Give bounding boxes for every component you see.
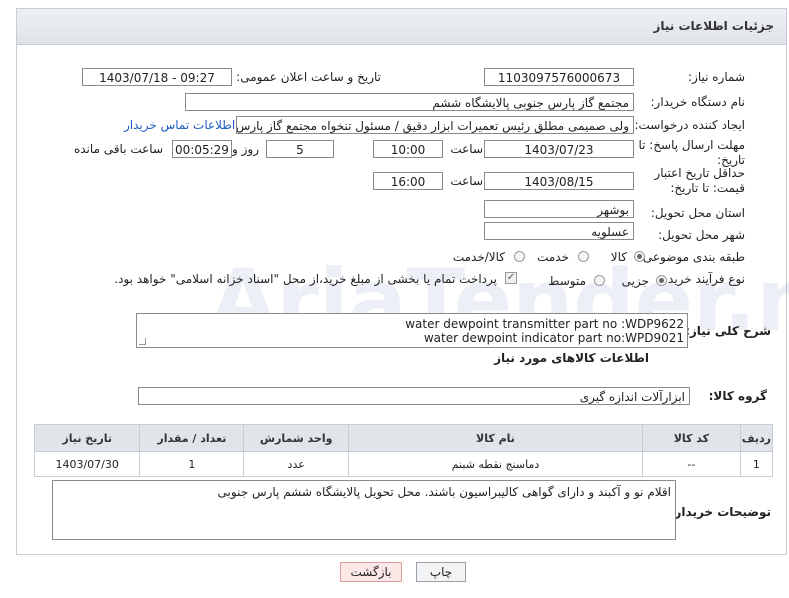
days-label: روز و [232,142,259,156]
category-option-goods: کالا [610,250,627,264]
summary-line-2: water dewpoint indicator part no:WPD9021 [423,331,684,345]
province-label: استان محل تحویل: [650,206,745,220]
summary-line-1: water dewpoint transmitter part no :WDP9… [405,317,684,331]
goods-group-label: گروه کالا: [708,389,767,403]
resize-handle[interactable] [139,338,146,345]
need-number-field: 1103097576000673 [484,68,634,86]
reply-time-label: ساعت [450,142,483,156]
category-label: طبقه بندی موضوعی: [638,250,745,264]
buyer-org-field: مجتمع گاز پارس جنوبی پالایشگاه ششم [185,93,634,111]
header-item-name: نام کالا [347,424,644,452]
need-number-label: شماره نیاز: [688,70,745,84]
buyer-org-label: نام دستگاه خریدار: [650,95,746,109]
header-need-date: تاریخ نیاز [33,424,141,452]
city-label: شهر محل تحویل: [658,228,745,242]
remaining-label: ساعت باقی مانده [73,142,163,156]
process-label: نوع فرآیند خرید : [660,272,745,286]
header-row-number: ردیف [739,424,774,452]
cell-row-number: 1 [739,451,774,477]
cell-quantity: 1 [139,451,245,477]
header-item-code: کد کالا [642,424,741,452]
validity-time-label: ساعت [450,174,483,188]
creator-label: ایجاد کننده درخواست: [634,118,745,132]
creator-field: ولی صمیمی مطلق رئیس تعمیرات ابزار دقیق /… [236,116,634,134]
goods-info-title: اطلاعات کالاهای مورد نیاز [494,351,649,365]
category-radio-service[interactable] [578,251,589,262]
table-header-row: ردیف کد کالا نام کالا واحد شمارش تعداد /… [33,424,774,452]
table-row: 1 -- دماسنج نقطه شبنم عدد 1 1403/07/30 [33,451,774,477]
validity-date-field: 1403/08/15 [484,172,634,190]
process-option-minor: جزیی [621,274,649,288]
back-button[interactable]: بازگشت [340,562,402,582]
panel-header: جزئیات اطلاعات نیاز [17,9,786,45]
contact-info-link[interactable]: اطلاعات تماس خریدار [124,118,235,132]
reply-deadline-label: مهلت ارسال پاسخ: تا تاریخ: [638,138,745,167]
print-button[interactable]: چاپ [416,562,466,582]
category-option-goods-service: کالا/خدمت [452,250,505,264]
payment-note: پرداخت تمام یا بخشی از مبلغ خرید،از محل … [114,272,497,286]
cell-unit: عدد [243,451,349,477]
panel-title: جزئیات اطلاعات نیاز [653,19,774,33]
price-validity-label: حداقل تاریخ اعتبار قیمت: تا تاریخ: [654,166,745,195]
summary-field: water dewpoint transmitter part no :WDP9… [136,313,688,348]
reply-date-field: 1403/07/23 [484,140,634,158]
category-option-service: خدمت [537,250,569,264]
process-option-medium: متوسط [548,274,586,288]
page: جزئیات اطلاعات نیاز AriaTender.net شماره… [0,0,789,598]
buyer-notes-label: توضیحات خریدار: [669,505,771,519]
payment-checkbox[interactable]: ✓ [505,272,517,284]
buyer-notes-field: اقلام نو و آکبند و دارای گواهی کالیبراسی… [52,480,676,540]
province-field: بوشهر [484,200,634,218]
announce-field: 1403/07/18 - 09:27 [82,68,232,86]
validity-time-field: 16:00 [373,172,443,190]
process-radio-minor[interactable] [656,275,667,286]
category-radio-goods[interactable] [634,251,645,262]
process-radio-medium[interactable] [594,275,605,286]
days-field: 5 [266,140,334,158]
reply-time-field: 10:00 [373,140,443,158]
announce-label: تاریخ و ساعت اعلان عمومی: [236,70,381,84]
cell-item-code: -- [642,451,741,477]
header-quantity: تعداد / مقدار [139,424,245,452]
city-field: عسلویه [484,222,634,240]
cell-need-date: 1403/07/30 [33,451,141,477]
cell-item-name: دماسنج نقطه شبنم [347,451,644,477]
header-unit: واحد شمارش [243,424,349,452]
buyer-notes-text: اقلام نو و آکبند و دارای گواهی کالیبراسی… [217,485,671,499]
goods-group-field: ابزارآلات اندازه گیری [138,387,690,405]
items-table: ردیف کد کالا نام کالا واحد شمارش تعداد /… [33,424,774,477]
summary-label: شرح کلی نیاز: [685,324,771,338]
category-radio-goods-service[interactable] [514,251,525,262]
remaining-time-field: 00:05:29 [172,140,232,158]
